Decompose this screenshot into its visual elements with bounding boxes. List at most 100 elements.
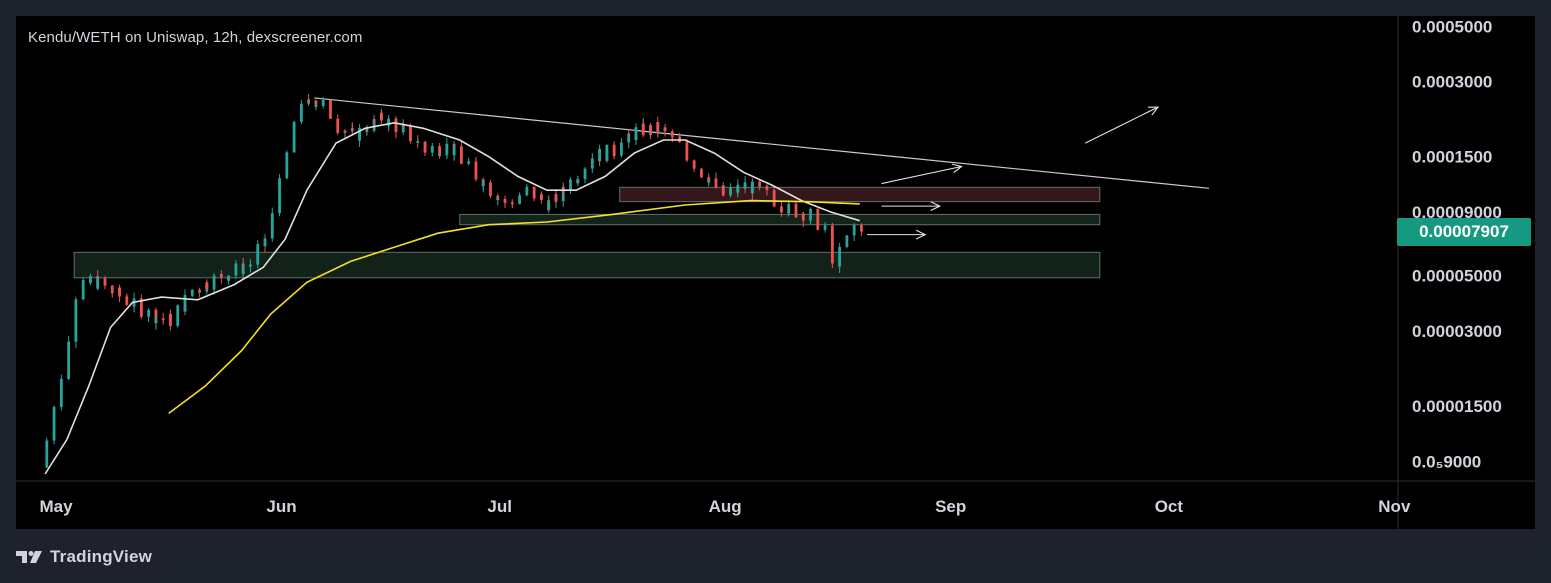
candle-body — [423, 147, 427, 153]
candle-body — [256, 244, 260, 254]
candle-body — [707, 179, 711, 183]
candle-body — [830, 249, 834, 264]
candle-body — [569, 179, 572, 190]
candle-body — [540, 194, 543, 201]
candle-body — [489, 182, 492, 193]
moving-average-layer — [44, 121, 860, 475]
candle-body — [649, 125, 652, 134]
projection-arrow — [1084, 106, 1160, 144]
candle-body — [321, 99, 325, 106]
candle-body — [729, 187, 732, 192]
candle-body — [590, 158, 594, 165]
price-tick-label: 0.0005000 — [1412, 17, 1492, 36]
candle-body — [532, 186, 536, 189]
time-tick-label: Aug — [709, 497, 742, 516]
candle-body — [656, 122, 660, 132]
candle-body — [110, 290, 114, 294]
candle-body — [329, 103, 332, 119]
footer-brand: TradingView — [50, 547, 153, 566]
candle-body — [139, 303, 143, 317]
candle-body — [627, 133, 631, 143]
candle-body — [169, 313, 172, 326]
projection-arrow — [881, 201, 942, 211]
candle-body — [547, 201, 551, 211]
candle-body — [823, 225, 827, 227]
candle-body — [860, 225, 863, 232]
price-tick-label: 0.00001500 — [1412, 397, 1502, 416]
candle-body — [583, 168, 587, 177]
arrow-shaft — [881, 165, 962, 185]
candle-body — [430, 146, 434, 149]
candle-body — [467, 161, 471, 163]
chart-panel[interactable]: 0.0005000 0.0003000 0.0001500 0.00009000 0.0… — [16, 16, 1535, 529]
fast-moving-average — [44, 121, 860, 475]
candle-body — [183, 294, 187, 312]
footer: TradingView — [16, 546, 152, 568]
candle-body — [343, 130, 347, 132]
time-tick-label: May — [39, 497, 73, 516]
candle-body — [780, 208, 783, 213]
candle-body — [299, 103, 303, 120]
candle-body — [598, 148, 601, 162]
candle-body — [81, 288, 85, 300]
candle-body — [852, 225, 856, 232]
candle-body — [241, 266, 245, 274]
candle-body — [692, 163, 696, 169]
candle-body — [743, 182, 747, 189]
price-chart[interactable]: 0.00050000.00030000.00015000.000090000.0… — [16, 16, 1535, 529]
candle-body — [103, 278, 107, 285]
candle-body — [74, 299, 78, 321]
time-tick-label: Jun — [266, 497, 296, 516]
candlestick-series — [45, 93, 863, 469]
candle-body — [154, 318, 158, 324]
descending-trendline — [314, 97, 1209, 189]
candle-body — [518, 195, 521, 199]
price-tick-label: 0.0₅9000 — [1412, 452, 1481, 471]
candle-body — [765, 189, 769, 191]
candle-body — [278, 178, 281, 206]
candle-body — [721, 185, 725, 196]
candle-body — [263, 238, 267, 247]
candle-body — [219, 274, 223, 278]
candle-body — [394, 122, 398, 133]
candle-body — [96, 278, 100, 289]
price-tick-label: 0.00005000 — [1412, 267, 1502, 286]
candle-body — [714, 178, 718, 188]
support-resistance-zones — [73, 186, 1101, 279]
candle-body — [198, 291, 201, 293]
candle-body — [190, 289, 194, 295]
candle-body — [176, 312, 180, 326]
time-axis: May Jun Jul Aug Sep Oct Nov — [39, 497, 1410, 516]
candle-body — [336, 125, 340, 133]
candle-body — [89, 275, 92, 283]
candle-body — [532, 188, 536, 199]
candle-body — [67, 341, 71, 354]
candle-body — [481, 182, 485, 187]
candle-body — [307, 99, 311, 101]
candle-body — [147, 309, 151, 316]
candle-body — [750, 181, 754, 194]
candle-body — [445, 143, 449, 154]
candle-body — [612, 155, 616, 157]
candle-body — [59, 378, 63, 388]
candle-body — [496, 198, 500, 200]
candle-body — [503, 201, 507, 203]
time-tick-label: Sep — [935, 497, 966, 516]
price-tick-label: 0.0001500 — [1412, 148, 1492, 167]
candle-body — [554, 194, 558, 202]
candle-body — [809, 208, 812, 216]
candle-body — [576, 179, 580, 184]
candle-body — [379, 112, 383, 121]
candle-body — [605, 144, 609, 161]
candle-body — [292, 121, 296, 130]
candle-body — [459, 156, 463, 164]
candle-body — [474, 161, 478, 170]
candle-body — [314, 105, 318, 107]
candle-body — [285, 166, 289, 179]
candle-body — [205, 282, 209, 289]
candle-body — [416, 141, 420, 143]
candle-body — [227, 275, 231, 281]
candle-body — [700, 170, 703, 178]
candle-body — [372, 119, 376, 121]
tradingview-logo-icon — [16, 551, 42, 563]
